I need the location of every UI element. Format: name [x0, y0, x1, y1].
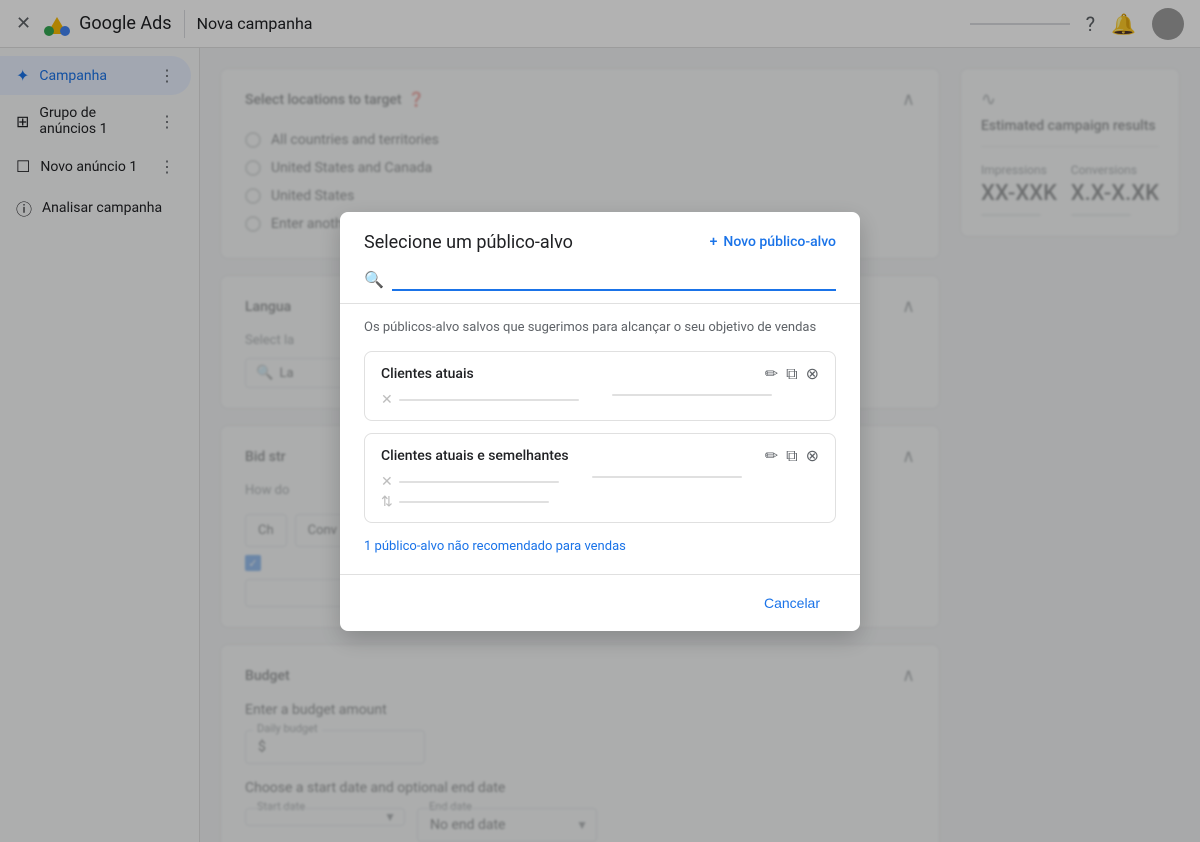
- close-circle-icon[interactable]: ⊗: [806, 446, 819, 465]
- modal-footer: Cancelar: [340, 574, 860, 631]
- add-audience-button[interactable]: + Novo público-alvo: [710, 234, 836, 250]
- modal-overlay[interactable]: Selecione um público-alvo + Novo público…: [0, 0, 1200, 842]
- cancel-button[interactable]: Cancelar: [748, 587, 836, 619]
- close-circle-icon[interactable]: ⊗: [806, 364, 819, 383]
- audience-left-row-2: ⇅: [381, 494, 559, 510]
- edit-icon[interactable]: ✏: [765, 364, 778, 383]
- modal-body: Os públicos-alvo salvos que sugerimos pa…: [340, 304, 860, 574]
- x-icon: ✕: [381, 392, 393, 408]
- add-audience-label: Novo público-alvo: [723, 234, 836, 250]
- seg-line-3: [399, 481, 559, 483]
- audience-modal: Selecione um público-alvo + Novo público…: [340, 212, 860, 631]
- audience-card-clientes-atuais: Clientes atuais ✏ ⧉ ⊗ ✕: [364, 351, 836, 421]
- audience-card-title-2: Clientes atuais e semelhantes: [381, 448, 569, 464]
- audience-tags-1: ✕: [381, 392, 819, 408]
- audience-card-title-1: Clientes atuais: [381, 366, 474, 382]
- modal-header: Selecione um público-alvo + Novo público…: [340, 212, 860, 269]
- audience-card-body-1: ✕: [365, 392, 835, 420]
- copy-icon[interactable]: ⧉: [786, 446, 797, 466]
- seg-line-1: [399, 399, 579, 401]
- distribute-icon: ⇅: [381, 494, 393, 510]
- audience-left-tags-col: ✕ ⇅: [381, 474, 559, 510]
- search-icon: 🔍: [364, 270, 384, 289]
- plus-icon: +: [710, 234, 718, 250]
- audience-card-clientes-semelhantes: Clientes atuais e semelhantes ✏ ⧉ ⊗ ✕: [364, 433, 836, 523]
- audience-search-input[interactable]: [392, 269, 836, 291]
- modal-search-bar: 🔍: [340, 269, 860, 304]
- x-icon: ✕: [381, 474, 393, 490]
- audience-card-icons-1: ✏ ⧉ ⊗: [765, 364, 819, 384]
- seg-line-4: [399, 501, 549, 503]
- audience-left-tag: ✕: [381, 392, 579, 408]
- audience-left-row-1: ✕: [381, 474, 559, 490]
- audience-right-tags-2: [592, 474, 819, 480]
- audience-card-icons-2: ✏ ⧉ ⊗: [765, 446, 819, 466]
- audience-right-tags: [612, 392, 819, 398]
- audience-card-header-1: Clientes atuais ✏ ⧉ ⊗: [365, 352, 835, 392]
- audience-tags-2: ✕ ⇅: [381, 474, 819, 510]
- edit-icon[interactable]: ✏: [765, 446, 778, 465]
- not-recommended-link[interactable]: 1 público-alvo não recomendado para vend…: [364, 535, 836, 558]
- audience-tag-lines: [399, 397, 579, 403]
- audience-card-body-2: ✕ ⇅: [365, 474, 835, 522]
- modal-subtitle: Os públicos-alvo salvos que sugerimos pa…: [364, 320, 836, 335]
- copy-icon[interactable]: ⧉: [786, 364, 797, 384]
- modal-title: Selecione um público-alvo: [364, 232, 573, 253]
- seg-line-2: [612, 394, 772, 396]
- seg-line-5: [592, 476, 742, 478]
- audience-card-header-2: Clientes atuais e semelhantes ✏ ⧉ ⊗: [365, 434, 835, 474]
